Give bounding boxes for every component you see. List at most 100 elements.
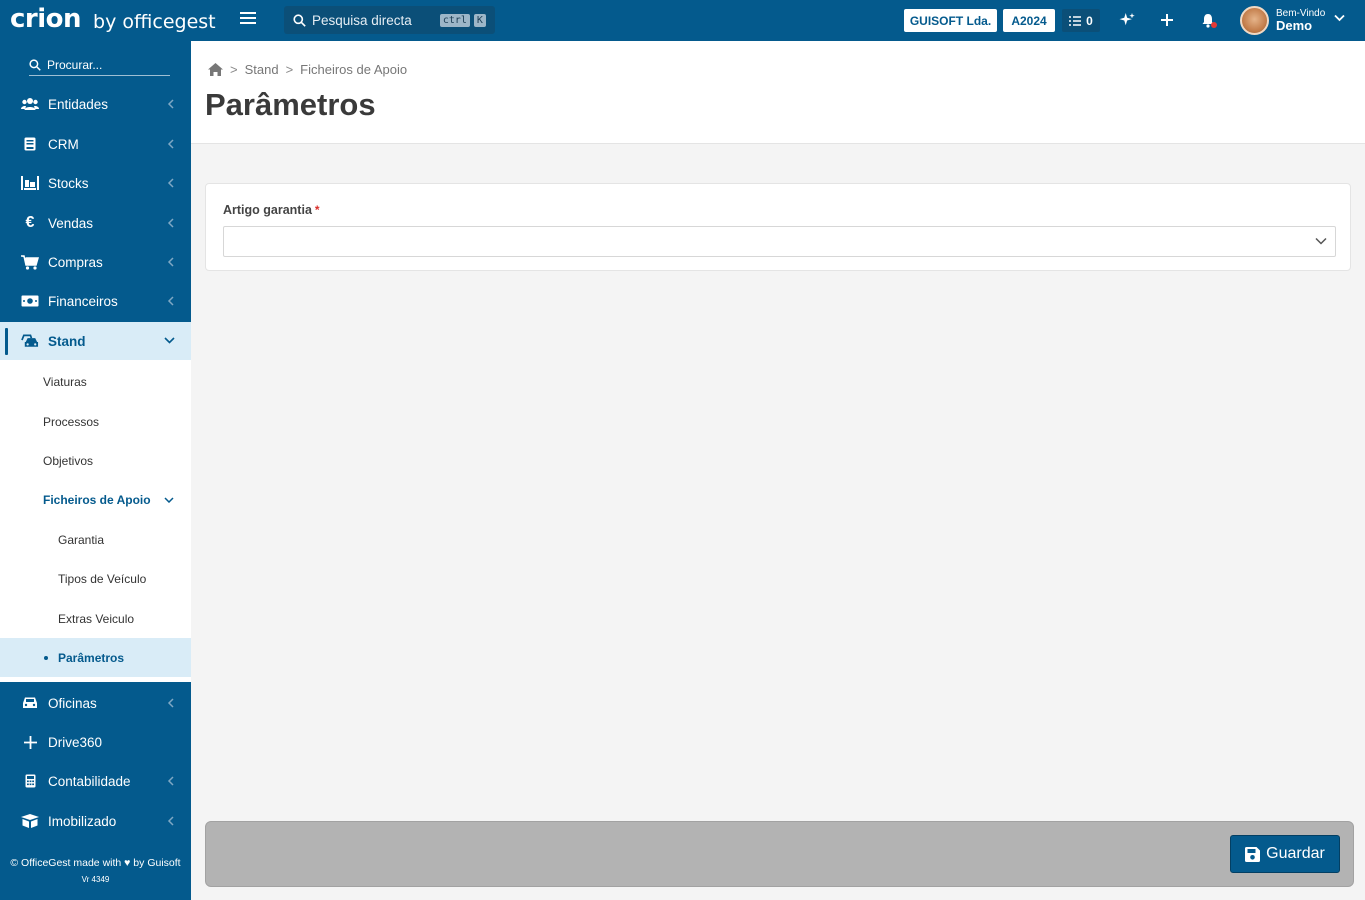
- chevron-down-icon[interactable]: [1334, 14, 1345, 22]
- parameters-card: Artigo garantia *: [205, 183, 1351, 271]
- shortcut-ctrl: ctrl: [439, 13, 470, 27]
- field-label-text: Artigo garantia: [223, 203, 312, 217]
- add-icon[interactable]: [1158, 11, 1176, 29]
- user-menu[interactable]: Bem-Vindo Demo: [1276, 9, 1325, 33]
- cart-icon: [21, 254, 39, 270]
- sidebar-footer: © OfficeGest made with ♥ by Guisoft Vr 4…: [0, 857, 191, 884]
- sidebar-item-label: Oficinas: [48, 696, 97, 711]
- sidebar-item-label: Compras: [48, 255, 103, 270]
- tasks-count: 0: [1086, 13, 1093, 28]
- chevron-left-icon: [167, 296, 174, 306]
- sidebar-item-label: CRM: [48, 137, 79, 152]
- global-search-input[interactable]: Pesquisa directa ctrl K: [284, 6, 495, 34]
- money-icon: [21, 293, 39, 309]
- page-title: Parâmetros: [205, 87, 376, 122]
- submenu-item-label: Tipos de Veículo: [58, 571, 147, 586]
- sidebar-item-label: Imobilizado: [48, 814, 117, 829]
- user-name: Demo: [1276, 18, 1313, 33]
- chevron-left-icon: [167, 139, 174, 149]
- submenu-item-objetivos[interactable]: Objetivos: [0, 441, 191, 480]
- submenu-item-label: Processos: [43, 414, 100, 429]
- breadcrumb-separator-icon: >: [285, 62, 294, 77]
- submenu-item-label: Parâmetros: [58, 650, 125, 665]
- chevron-down-icon: [164, 497, 174, 503]
- home-icon[interactable]: [208, 63, 223, 76]
- required-mark: *: [314, 203, 320, 217]
- menu-toggle-icon[interactable]: [240, 12, 256, 26]
- book-icon: [21, 136, 39, 152]
- car-icon: [21, 695, 39, 711]
- sidebar-item-financeiros[interactable]: Financeiros: [0, 282, 191, 321]
- breadcrumb-stand[interactable]: Stand: [245, 62, 279, 77]
- chevron-left-icon: [167, 99, 174, 109]
- shortcut-k: K: [473, 13, 486, 27]
- sidebar-search-placeholder: Procurar...: [47, 57, 103, 72]
- euro-icon: €: [25, 214, 35, 231]
- footer-version: Vr 4349: [81, 875, 110, 884]
- submenu-item-ficheiros-de-apoio[interactable]: Ficheiros de Apoio: [0, 480, 191, 519]
- sidebar-item-vendas[interactable]: € Vendas: [0, 204, 191, 243]
- notification-dot: [1211, 22, 1217, 28]
- artigo-garantia-label: Artigo garantia *: [223, 203, 320, 217]
- save-button-label: Guardar: [1266, 845, 1325, 862]
- sidebar-item-label: Contabilidade: [48, 774, 131, 789]
- submenu-item-viaturas[interactable]: Viaturas: [0, 362, 191, 401]
- action-bar: Guardar: [205, 821, 1354, 887]
- plus-icon: [21, 734, 39, 750]
- boxes-icon: [21, 813, 39, 829]
- sidebar-item-label: Financeiros: [48, 294, 118, 309]
- sidebar-item-stocks[interactable]: Stocks: [0, 164, 191, 203]
- chevron-left-icon: [167, 816, 174, 826]
- sidebar-item-label: Drive360: [48, 735, 103, 750]
- sidebar-search-input[interactable]: Procurar...: [29, 54, 170, 76]
- brand-logo[interactable]: crion by officegest: [10, 4, 216, 34]
- submenu-item-tipos-de-veiculo[interactable]: Tipos de Veículo: [0, 559, 191, 598]
- chevron-down-icon: [164, 337, 175, 344]
- submenu-item-garantia[interactable]: Garantia: [0, 520, 191, 559]
- ai-sparkle-icon[interactable]: [1118, 11, 1136, 29]
- notifications-bell-icon[interactable]: [1199, 11, 1217, 29]
- sidebar-item-label: Entidades: [48, 97, 109, 112]
- sidebar-item-imobilizado[interactable]: Imobilizado: [0, 802, 191, 841]
- submenu-item-extras-veiculo[interactable]: Extras Veiculo: [0, 599, 191, 638]
- breadcrumb-ficheiros-de-apoio[interactable]: Ficheiros de Apoio: [300, 62, 407, 77]
- tasks-button[interactable]: 0: [1062, 9, 1100, 32]
- task-list-icon: [1069, 15, 1082, 26]
- sidebar-item-oficinas[interactable]: Oficinas: [0, 684, 191, 723]
- sidebar-item-label: Vendas: [48, 216, 94, 231]
- sidebar-item-drive360[interactable]: Drive360: [0, 723, 191, 762]
- search-icon: [293, 13, 306, 27]
- car-stand-icon: [21, 333, 39, 349]
- artigo-garantia-select[interactable]: [223, 226, 1336, 257]
- sidebar-item-entidades[interactable]: Entidades: [0, 85, 191, 124]
- chevron-left-icon: [167, 178, 174, 188]
- sidebar-item-contabilidade[interactable]: Contabilidade: [0, 762, 191, 801]
- calculator-icon: [21, 773, 39, 789]
- global-search-placeholder: Pesquisa directa: [312, 12, 412, 28]
- year-selector[interactable]: A2024: [1003, 9, 1055, 32]
- floppy-disk-icon: [1245, 846, 1261, 862]
- sidebar-item-stand[interactable]: Stand: [0, 322, 191, 361]
- save-button[interactable]: Guardar: [1230, 835, 1340, 873]
- submenu-item-label: Extras Veiculo: [58, 611, 135, 626]
- sidebar-item-crm[interactable]: CRM: [0, 125, 191, 164]
- company-selector[interactable]: GUISOFT Lda.: [904, 9, 997, 32]
- submenu-item-label: Garantia: [58, 532, 105, 547]
- submenu-item-label: Viaturas: [43, 374, 87, 389]
- brand-name: crion: [10, 4, 82, 34]
- avatar[interactable]: [1240, 6, 1269, 35]
- chevron-left-icon: [167, 698, 174, 708]
- chevron-left-icon: [167, 218, 174, 228]
- footer-credit: © OfficeGest made with ♥ by Guisoft: [10, 857, 181, 869]
- submenu-item-parametros[interactable]: Parâmetros: [0, 638, 191, 677]
- chevron-left-icon: [167, 776, 174, 786]
- top-bar: crion by officegest Pesquisa directa ctr…: [0, 0, 1365, 41]
- sidebar-item-compras[interactable]: Compras: [0, 243, 191, 282]
- search-icon: [29, 58, 41, 71]
- sidebar: Procurar... Entidades CRM Stocks € Venda…: [0, 41, 191, 900]
- chevron-down-icon: [1315, 237, 1327, 245]
- active-bullet-icon: [44, 656, 48, 660]
- sidebar-item-label: Stand: [48, 334, 86, 349]
- submenu-item-processos[interactable]: Processos: [0, 402, 191, 441]
- warehouse-icon: [21, 175, 39, 191]
